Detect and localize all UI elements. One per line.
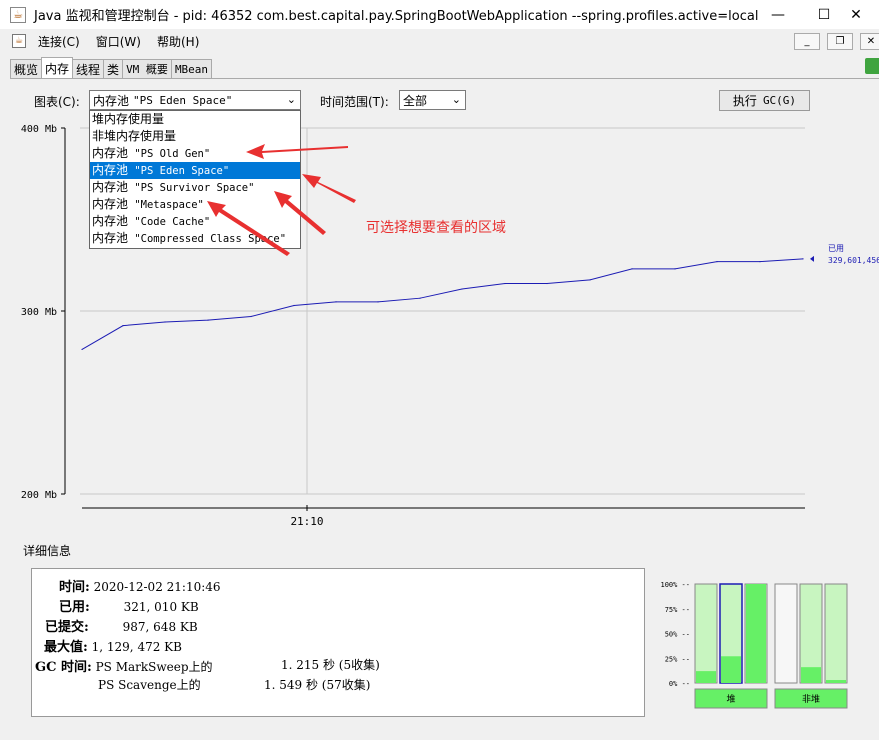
detail-gc-label: GC 时间: <box>35 660 92 675</box>
data-point <box>207 319 209 321</box>
detail-max-value: 1, 129, 472 KB <box>91 640 182 654</box>
detail-committed-value: 987, 648 KB <box>122 620 198 634</box>
red-arrow-icon <box>246 144 348 159</box>
detail-used-value: 321, 010 KB <box>123 600 199 614</box>
red-arrow-icon <box>207 201 290 256</box>
y-tick-label: 200 Mb <box>21 490 57 501</box>
gc-collector-time-1: 1. 549 秒 (57收集) <box>264 678 371 692</box>
details-box: 时间: 2020-12-02 21:10:46 已用: 321, 010 KB … <box>31 568 645 717</box>
data-point <box>335 301 337 303</box>
detail-time-value: 2020-12-02 21:10:46 <box>93 580 221 594</box>
detail-used-label: 已用: <box>59 600 90 615</box>
detail-time-label: 时间: <box>59 580 90 595</box>
gc-collector-name-0: PS MarkSweep上的 <box>95 660 213 674</box>
data-point <box>164 321 166 323</box>
data-point <box>377 301 379 303</box>
data-point <box>250 315 252 318</box>
red-arrow-icon <box>274 191 326 235</box>
y-tick-label: 300 Mb <box>21 307 57 318</box>
details-title: 详细信息 <box>23 544 72 558</box>
red-arrow-icon <box>302 174 356 203</box>
data-point <box>81 348 83 351</box>
x-tick-label: 21:10 <box>290 515 323 528</box>
annotation-arrows <box>207 144 356 256</box>
data-point <box>122 325 124 327</box>
detail-max-label: 最大值: <box>44 640 88 655</box>
detail-committed-label: 已提交: <box>45 620 89 635</box>
data-point <box>293 304 295 307</box>
gc-collector-time-0: 1. 215 秒 (5收集) <box>281 658 380 672</box>
gc-collector-name-1: PS Scavenge上的 <box>98 678 201 692</box>
annotation-text: 可选择想要查看的区域 <box>366 220 506 236</box>
